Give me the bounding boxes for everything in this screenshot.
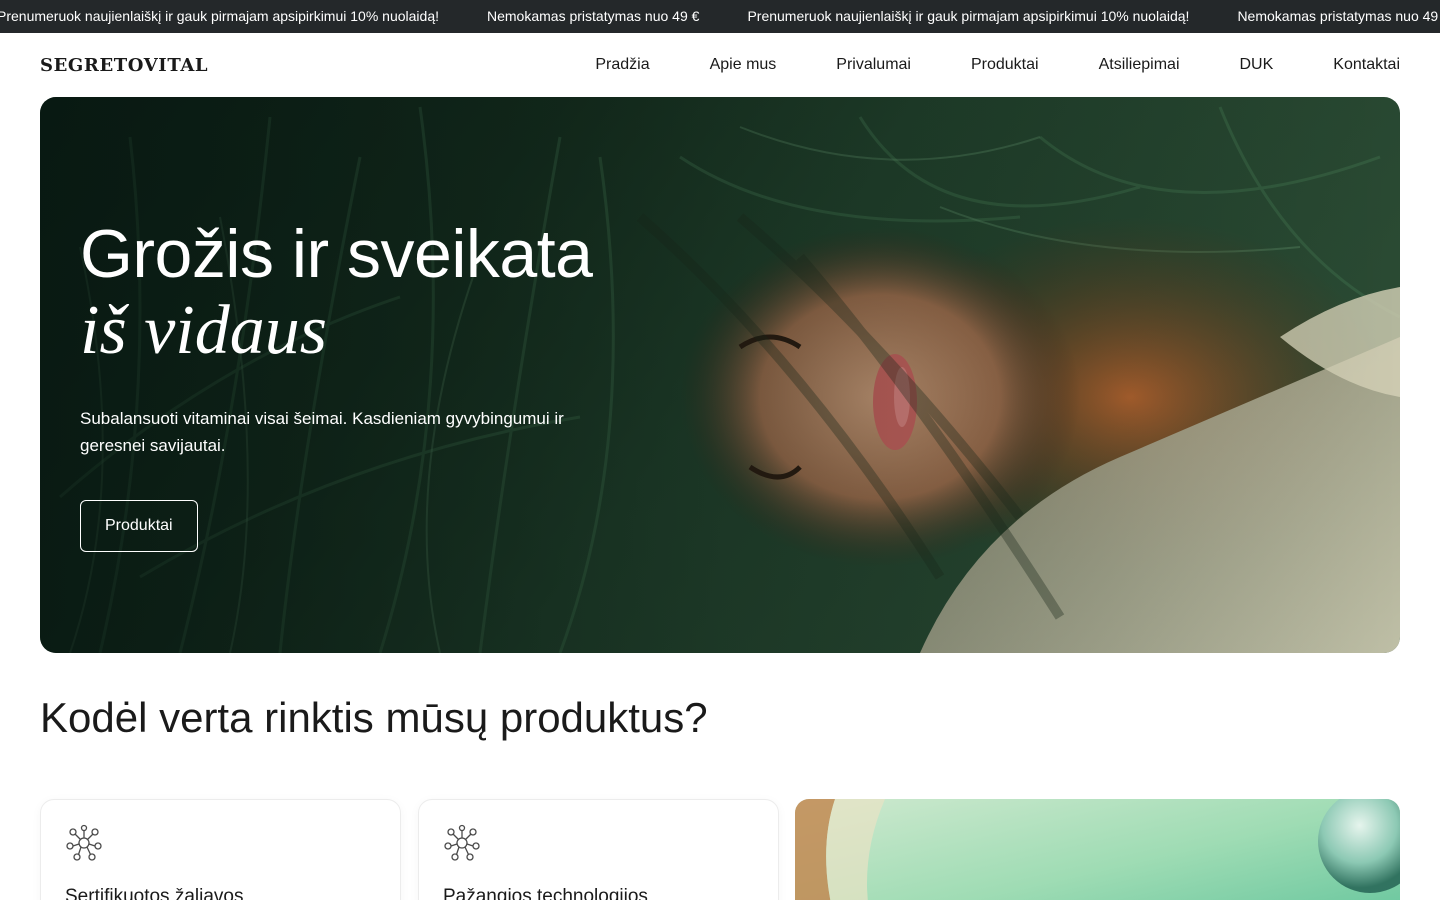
product-drop-image <box>795 799 1400 900</box>
nav-link-contacts[interactable]: Kontaktai <box>1333 56 1400 74</box>
announcement-item: Nemokamas pristatymas nuo 49 € <box>487 8 700 24</box>
nav-link-about[interactable]: Apie mus <box>710 56 777 74</box>
announcement-item: Nemokamas pristatymas nuo 49 € <box>1237 8 1440 24</box>
molecule-icon <box>444 824 480 861</box>
nav-link-reviews[interactable]: Atsiliepimai <box>1099 56 1180 74</box>
site-header: SEGRETOVITAL Pradžia Apie mus Privalumai… <box>0 33 1440 97</box>
hero-title-accent: iš vidaus <box>80 292 327 369</box>
announcement-track: Prenumeruok naujienlaiškį ir gauk pirmaj… <box>0 0 1440 33</box>
section-title: Kodėl verta rinktis mūsų produktus? <box>40 694 708 741</box>
hero-subtitle: Subalansuoti vitaminai visai šeimai. Kas… <box>80 409 564 455</box>
announcement-item: Prenumeruok naujienlaiškį ir gauk pirmaj… <box>747 8 1190 24</box>
main-nav: Pradžia Apie mus Privalumai Produktai At… <box>595 33 1400 97</box>
feature-card: Pažangios technologijos <box>418 799 779 900</box>
site-logo[interactable]: SEGRETOVITAL <box>40 55 208 76</box>
molecule-icon <box>66 824 102 861</box>
feature-card: Sertifikuotos žaliavos <box>40 799 401 900</box>
announcement-item: Prenumeruok naujienlaiškį ir gauk pirmaj… <box>0 8 439 24</box>
nav-link-faq[interactable]: DUK <box>1240 56 1274 74</box>
hero-products-button[interactable]: Produktai <box>80 500 198 552</box>
nav-link-home[interactable]: Pradžia <box>595 56 649 74</box>
hero-banner: Grožis ir sveikata iš vidaus Subalansuot… <box>40 97 1400 653</box>
announcement-bar: Prenumeruok naujienlaiškį ir gauk pirmaj… <box>0 0 1440 33</box>
hero-content: Grožis ir sveikata iš vidaus Subalansuot… <box>80 215 640 552</box>
feature-image <box>795 799 1400 900</box>
feature-card-title: Pažangios technologijos <box>443 886 648 900</box>
nav-link-benefits[interactable]: Privalumai <box>836 56 911 74</box>
feature-card-title: Sertifikuotos žaliavos <box>65 886 244 900</box>
hero-title: Grožis ir sveikata <box>80 216 593 292</box>
nav-link-products[interactable]: Produktai <box>971 56 1039 74</box>
